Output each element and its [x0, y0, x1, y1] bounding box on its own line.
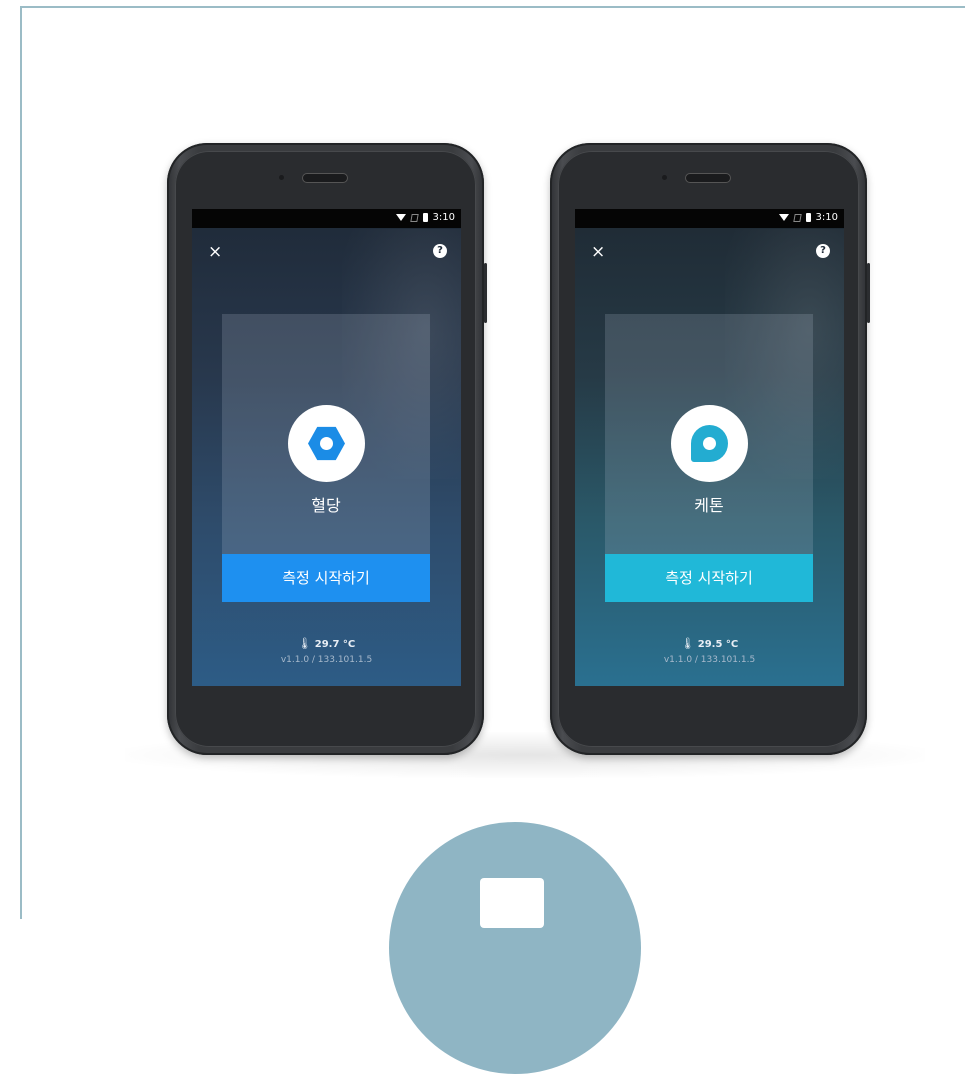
wifi-icon — [395, 214, 406, 221]
side-button — [867, 263, 870, 323]
decorative-circle — [389, 822, 641, 1074]
thermometer-icon: 🌡 — [680, 637, 695, 650]
drop-icon — [691, 425, 728, 462]
battery-icon — [422, 213, 428, 222]
signal-icon — [409, 213, 419, 222]
front-camera — [662, 175, 667, 180]
measure-type-label: 케톤 — [694, 496, 724, 515]
signal-icon — [792, 213, 802, 222]
temperature-value: 29.7 °C — [314, 639, 356, 650]
close-icon[interactable]: × — [208, 244, 222, 261]
front-camera — [279, 175, 284, 180]
earpiece-speaker — [302, 173, 348, 183]
help-icon[interactable]: ? — [816, 244, 830, 258]
phone-screen: 3:10 × ? 혈당 측정 시작하기 🌡 29.7 °C v1.1.0 / 13… — [192, 209, 461, 686]
measure-type-label: 혈당 — [311, 496, 341, 515]
earpiece-speaker — [685, 173, 731, 183]
battery-icon — [805, 213, 811, 222]
status-time: 3:10 — [815, 212, 838, 223]
circle-inner-icon — [480, 878, 544, 928]
icon-badge — [288, 405, 365, 482]
phone-screen: 3:10 × ? 케톤 측정 시작하기 🌡 29.5 °C v1.1.0 / 13… — [575, 209, 844, 686]
thermometer-icon: 🌡 — [297, 637, 312, 650]
start-measure-button[interactable]: 측정 시작하기 — [605, 554, 813, 602]
measure-card: 혈당 — [222, 314, 430, 554]
start-measure-button[interactable]: 측정 시작하기 — [222, 554, 430, 602]
phone-glucose: 3:10 × ? 혈당 측정 시작하기 🌡 29.7 °C v1.1.0 / 13… — [167, 143, 487, 755]
status-bar: 3:10 — [192, 209, 461, 228]
hexagon-icon — [308, 426, 345, 461]
icon-badge — [671, 405, 748, 482]
phone-ketone: 3:10 × ? 케톤 측정 시작하기 🌡 29.5 °C v1.1.0 / 13… — [550, 143, 870, 755]
status-time: 3:10 — [432, 212, 455, 223]
temperature-value: 29.5 °C — [697, 639, 739, 650]
measure-card: 케톤 — [605, 314, 813, 554]
status-bar: 3:10 — [575, 209, 844, 228]
close-icon[interactable]: × — [591, 244, 605, 261]
version-text: v1.1.0 / 133.101.1.5 — [280, 655, 373, 665]
help-icon[interactable]: ? — [433, 244, 447, 258]
version-text: v1.1.0 / 133.101.1.5 — [663, 655, 756, 665]
wifi-icon — [778, 214, 789, 221]
temperature-readout: 🌡 29.5 °C — [575, 637, 844, 650]
temperature-readout: 🌡 29.7 °C — [192, 637, 461, 650]
side-button — [484, 263, 487, 323]
